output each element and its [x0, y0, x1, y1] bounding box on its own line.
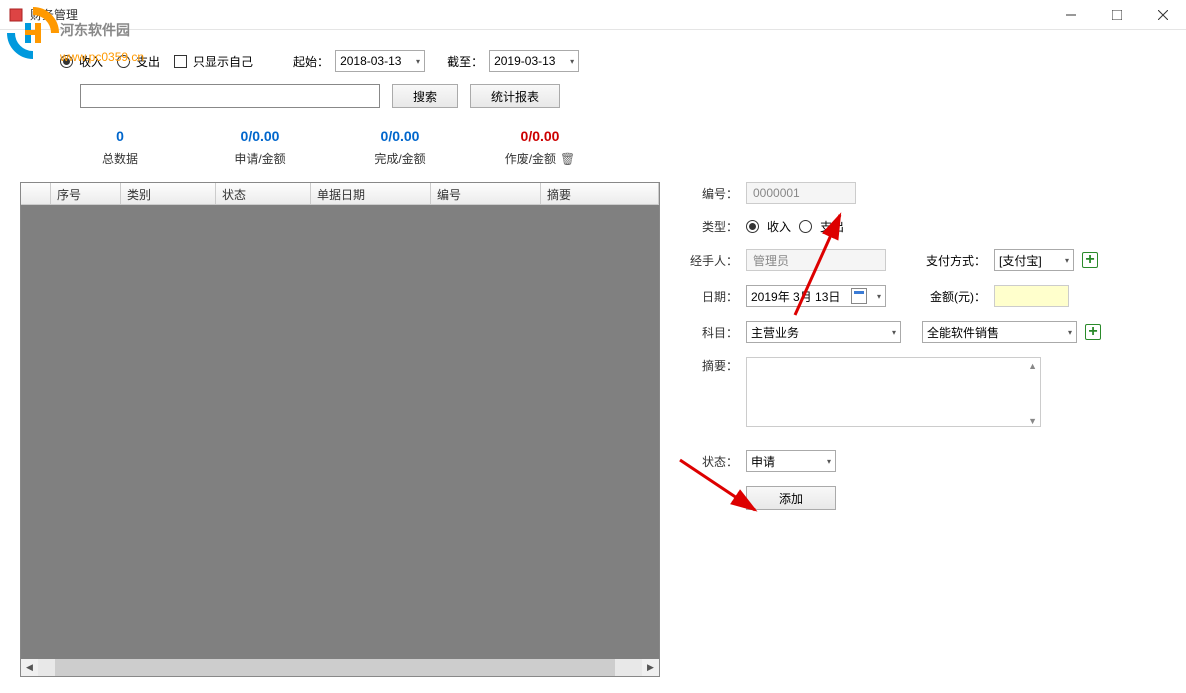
dropdown-arrow-icon: ▾	[1068, 328, 1072, 337]
stat-total-label: 总数据	[50, 150, 190, 167]
checkbox-only-self[interactable]	[174, 55, 187, 68]
stat-total: 0 总数据	[50, 128, 190, 167]
col-status[interactable]: 状态	[216, 183, 311, 204]
payment-label: 支付方式：	[922, 252, 986, 269]
col-category[interactable]: 类别	[121, 183, 216, 204]
add-payment-icon[interactable]: +	[1082, 252, 1098, 268]
date-label: 日期：	[690, 288, 738, 305]
col-number[interactable]: 编号	[431, 183, 541, 204]
subject-label: 科目：	[690, 324, 738, 341]
form-radio-income-label: 收入	[767, 218, 791, 235]
stat-apply-label: 申请/金额	[190, 150, 330, 167]
scroll-right-icon[interactable]: ▶	[642, 659, 659, 676]
form-radio-expense-label: 支出	[820, 218, 844, 235]
table-row-header	[21, 183, 51, 204]
stat-done: 0/0.00 完成/金额	[330, 128, 470, 167]
handler-input	[746, 249, 886, 271]
col-seq[interactable]: 序号	[51, 183, 121, 204]
summary-label: 摘要：	[690, 357, 738, 374]
payment-select[interactable]: [支付宝] ▾	[994, 249, 1074, 271]
amount-input[interactable]	[994, 285, 1069, 307]
calendar-icon	[851, 288, 867, 304]
titlebar: 财务管理	[0, 0, 1186, 30]
stat-apply: 0/0.00 申请/金额	[190, 128, 330, 167]
window-controls	[1048, 0, 1186, 30]
type-label: 类型：	[690, 218, 738, 235]
number-input	[746, 182, 856, 204]
add-button[interactable]: 添加	[746, 486, 836, 510]
dropdown-arrow-icon: ▾	[570, 57, 574, 66]
dropdown-arrow-icon: ▾	[892, 328, 896, 337]
end-date-label: 截至：	[447, 53, 483, 70]
start-date-value: 2018-03-13	[340, 54, 401, 68]
form-date-value: 2019年 3月 13日	[751, 288, 840, 305]
textarea-scroll-up-icon[interactable]: ▲	[1028, 361, 1037, 371]
add-subject-icon[interactable]: +	[1085, 324, 1101, 340]
end-date-picker[interactable]: 2019-03-13 ▾	[489, 50, 579, 72]
search-button[interactable]: 搜索	[392, 84, 458, 108]
search-input[interactable]	[80, 84, 380, 108]
close-button[interactable]	[1140, 0, 1186, 30]
amount-label: 金额(元)：	[922, 288, 986, 305]
dropdown-arrow-icon: ▾	[827, 457, 831, 466]
stat-done-label: 完成/金额	[330, 150, 470, 167]
form-panel: 编号： 类型： 收入 支出 经手人： 支付方式： [支付宝] ▾ +	[690, 182, 1166, 677]
stat-done-value: 0/0.00	[330, 128, 470, 144]
dropdown-arrow-icon: ▾	[1065, 256, 1069, 265]
form-radio-income[interactable]	[746, 220, 759, 233]
horizontal-scrollbar[interactable]: ◀ ▶	[21, 659, 659, 676]
table-header: 序号 类别 状态 单据日期 编号 摘要	[21, 183, 659, 205]
minimize-button[interactable]	[1048, 0, 1094, 30]
trash-icon[interactable]: 🗑	[560, 152, 575, 166]
subject-select[interactable]: 主营业务 ▾	[746, 321, 901, 343]
data-table[interactable]: 序号 类别 状态 单据日期 编号 摘要 ◀ ▶	[20, 182, 660, 677]
app-icon	[8, 7, 24, 23]
form-radio-expense[interactable]	[799, 220, 812, 233]
dropdown-arrow-icon: ▾	[416, 57, 420, 66]
status-select[interactable]: 申请 ▾	[746, 450, 836, 472]
status-label: 状态：	[690, 453, 738, 470]
checkbox-only-self-label: 只显示自己	[193, 53, 253, 70]
number-label: 编号：	[690, 185, 738, 202]
summary-textarea[interactable]	[746, 357, 1041, 427]
report-button[interactable]: 统计报表	[470, 84, 560, 108]
subject-value: 主营业务	[751, 324, 799, 341]
stat-total-value: 0	[50, 128, 190, 144]
stat-void: 0/0.00 作废/金额🗑	[470, 128, 610, 167]
search-row: 搜索 统计报表	[20, 84, 1166, 108]
start-date-label: 起始：	[293, 53, 329, 70]
subject2-select[interactable]: 全能软件销售 ▾	[922, 321, 1077, 343]
stats-row: 0 总数据 0/0.00 申请/金额 0/0.00 完成/金额 0/0.00 作…	[20, 128, 1166, 167]
stat-void-label: 作废/金额🗑	[470, 150, 610, 167]
stat-void-value: 0/0.00	[470, 128, 610, 144]
start-date-picker[interactable]: 2018-03-13 ▾	[335, 50, 425, 72]
maximize-button[interactable]	[1094, 0, 1140, 30]
form-date-picker[interactable]: 2019年 3月 13日 ▾	[746, 285, 886, 307]
handler-label: 经手人：	[690, 252, 738, 269]
status-value: 申请	[751, 453, 775, 470]
subject2-value: 全能软件销售	[927, 324, 999, 341]
textarea-scroll-down-icon[interactable]: ▼	[1028, 416, 1037, 426]
watermark-site-name: 河东软件园	[60, 20, 130, 40]
filter-row: 收入 支出 只显示自己 起始： 2018-03-13 ▾ 截至： 2019-03…	[20, 50, 1166, 72]
watermark-url: www.pc0359.cn	[60, 50, 144, 64]
scroll-thumb[interactable]	[55, 659, 615, 676]
col-date[interactable]: 单据日期	[311, 183, 431, 204]
dropdown-arrow-icon: ▾	[877, 292, 881, 301]
stat-apply-value: 0/0.00	[190, 128, 330, 144]
col-summary[interactable]: 摘要	[541, 183, 659, 204]
end-date-value: 2019-03-13	[494, 54, 555, 68]
payment-value: [支付宝]	[999, 252, 1042, 269]
scroll-left-icon[interactable]: ◀	[21, 659, 38, 676]
